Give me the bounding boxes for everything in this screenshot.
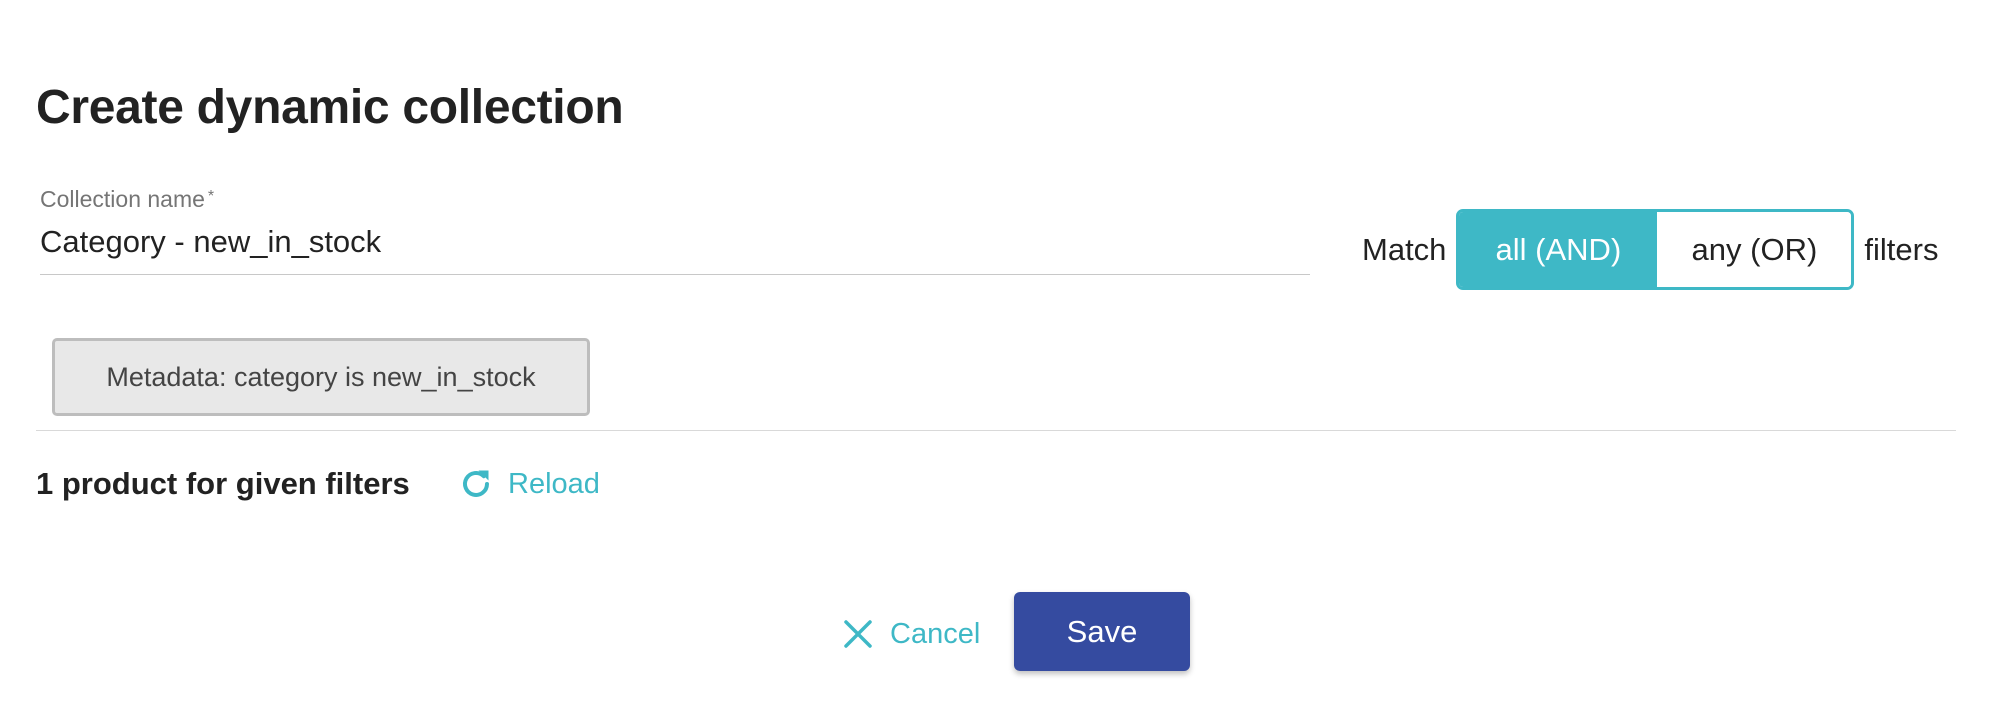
page-title: Create dynamic collection bbox=[36, 81, 624, 134]
product-count: 1 product for given filters bbox=[36, 466, 410, 501]
refresh-icon bbox=[463, 470, 489, 497]
collection-name-label: Collection name * bbox=[40, 184, 1310, 214]
match-prefix: Match bbox=[1362, 231, 1447, 267]
create-collection-dialog: Create dynamic collection Collection nam… bbox=[0, 0, 1996, 712]
cancel-label: Cancel bbox=[890, 617, 981, 650]
match-selector: Match all (AND) any (OR) filters bbox=[1362, 209, 1949, 290]
required-mark: * bbox=[207, 188, 215, 205]
collection-name-input[interactable] bbox=[40, 214, 1310, 275]
divider bbox=[36, 430, 1956, 431]
match-any-button[interactable]: any (OR) bbox=[1657, 212, 1852, 287]
match-toggle: all (AND) any (OR) bbox=[1456, 209, 1855, 290]
close-icon bbox=[844, 620, 872, 648]
save-button[interactable]: Save bbox=[1014, 592, 1190, 671]
match-all-button[interactable]: all (AND) bbox=[1459, 212, 1658, 287]
reload-label: Reload bbox=[508, 467, 600, 500]
collection-name-field: Collection name * bbox=[40, 184, 1310, 275]
cancel-button[interactable]: Cancel bbox=[842, 610, 980, 658]
match-suffix: filters bbox=[1864, 231, 1939, 267]
reload-button[interactable]: Reload bbox=[458, 460, 600, 508]
collection-name-label-text: Collection name bbox=[40, 186, 205, 212]
filter-chip[interactable]: Metadata: category is new_in_stock bbox=[52, 338, 590, 416]
